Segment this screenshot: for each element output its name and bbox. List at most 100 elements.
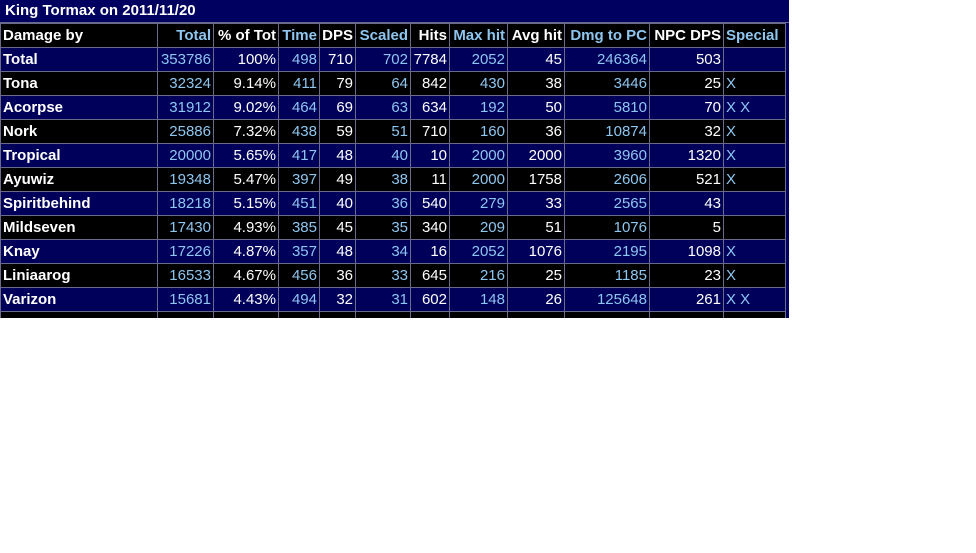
scaled-cell[interactable]: 64 <box>355 71 411 96</box>
time-cell[interactable]: 451 <box>278 191 320 216</box>
total-cell[interactable]: 20000 <box>157 143 214 168</box>
scaled-cell[interactable]: 63 <box>355 95 411 120</box>
col-header-dps: DPS <box>319 23 356 48</box>
special-cell[interactable]: X <box>723 239 786 264</box>
max-hit-cell[interactable]: 2000 <box>449 167 508 192</box>
npc-dps-cell: 23 <box>649 263 724 288</box>
time-cell[interactable]: 456 <box>278 263 320 288</box>
max-hit-cell[interactable]: 279 <box>449 191 508 216</box>
dmg-to-pc-cell[interactable]: 246364 <box>564 47 650 72</box>
hits-cell: 540 <box>410 191 450 216</box>
col-header-max-hit[interactable]: Max hit <box>449 23 508 48</box>
time-cell[interactable]: 385 <box>278 215 320 240</box>
total-cell[interactable]: 32324 <box>157 71 214 96</box>
scaled-cell[interactable]: 36 <box>355 191 411 216</box>
dps-cell: 36 <box>319 263 356 288</box>
dmg-to-pc-cell[interactable]: 3446 <box>564 71 650 96</box>
npc-dps-cell: 1320 <box>649 143 724 168</box>
time-cell[interactable]: 494 <box>278 287 320 312</box>
empty-cell <box>723 311 786 318</box>
total-cell[interactable]: 17226 <box>157 239 214 264</box>
table-row: Nork 25886 7.32% 438 59 51 710 160 36 10874 32 X <box>0 119 786 144</box>
scaled-cell[interactable]: 51 <box>355 119 411 144</box>
player-name: Knay <box>0 239 158 264</box>
table-row: Knay 17226 4.87% 357 48 34 16 2052 1076 2195 1098 X <box>0 239 786 264</box>
max-hit-cell[interactable]: 209 <box>449 215 508 240</box>
total-cell[interactable]: 15681 <box>157 287 214 312</box>
total-cell[interactable]: 353786 <box>157 47 214 72</box>
player-name: Tona <box>0 71 158 96</box>
time-cell[interactable]: 411 <box>278 71 320 96</box>
total-cell[interactable]: 17430 <box>157 215 214 240</box>
dmg-to-pc-cell[interactable]: 2195 <box>564 239 650 264</box>
npc-dps-cell: 25 <box>649 71 724 96</box>
dmg-to-pc-cell[interactable]: 3960 <box>564 143 650 168</box>
special-cell[interactable]: X <box>723 143 786 168</box>
report-title: King Tormax on 2011/11/20 <box>0 0 789 23</box>
hits-cell: 634 <box>410 95 450 120</box>
pct-cell: 100% <box>213 47 279 72</box>
col-header-damage-by: Damage by <box>0 23 158 48</box>
dmg-to-pc-cell[interactable]: 1185 <box>564 263 650 288</box>
hits-cell: 645 <box>410 263 450 288</box>
avg-hit-cell: 1076 <box>507 239 565 264</box>
time-cell[interactable]: 464 <box>278 95 320 120</box>
dmg-to-pc-cell[interactable]: 5810 <box>564 95 650 120</box>
total-cell[interactable]: 16533 <box>157 263 214 288</box>
special-cell[interactable]: X X <box>723 95 786 120</box>
special-cell[interactable]: X <box>723 263 786 288</box>
scaled-cell[interactable]: 31 <box>355 287 411 312</box>
time-cell[interactable]: 417 <box>278 143 320 168</box>
max-hit-cell[interactable]: 430 <box>449 71 508 96</box>
special-cell[interactable]: X <box>723 167 786 192</box>
special-cell[interactable]: X X <box>723 287 786 312</box>
hits-cell: 602 <box>410 287 450 312</box>
col-header-special[interactable]: Special <box>723 23 786 48</box>
max-hit-cell[interactable]: 2052 <box>449 239 508 264</box>
time-cell[interactable]: 397 <box>278 167 320 192</box>
time-cell[interactable]: 357 <box>278 239 320 264</box>
time-cell[interactable]: 498 <box>278 47 320 72</box>
special-cell[interactable]: X <box>723 119 786 144</box>
max-hit-cell[interactable]: 216 <box>449 263 508 288</box>
empty-cell <box>449 311 508 318</box>
hits-cell: 710 <box>410 119 450 144</box>
dmg-to-pc-cell[interactable]: 2606 <box>564 167 650 192</box>
max-hit-cell[interactable]: 192 <box>449 95 508 120</box>
dmg-to-pc-cell[interactable]: 2565 <box>564 191 650 216</box>
max-hit-cell[interactable]: 148 <box>449 287 508 312</box>
empty-cell <box>410 311 450 318</box>
scaled-cell[interactable]: 40 <box>355 143 411 168</box>
total-cell[interactable]: 18218 <box>157 191 214 216</box>
pct-cell: 7.32% <box>213 119 279 144</box>
scaled-cell[interactable]: 33 <box>355 263 411 288</box>
col-header-total[interactable]: Total <box>157 23 214 48</box>
avg-hit-cell: 38 <box>507 71 565 96</box>
max-hit-cell[interactable]: 2000 <box>449 143 508 168</box>
total-cell[interactable]: 19348 <box>157 167 214 192</box>
total-cell[interactable]: 25886 <box>157 119 214 144</box>
max-hit-cell[interactable]: 160 <box>449 119 508 144</box>
table-row: Mildseven 17430 4.93% 385 45 35 340 209 51 1076 5 <box>0 215 786 240</box>
time-cell[interactable]: 438 <box>278 119 320 144</box>
dmg-to-pc-cell[interactable]: 1076 <box>564 215 650 240</box>
scaled-cell[interactable]: 35 <box>355 215 411 240</box>
total-cell[interactable]: 31912 <box>157 95 214 120</box>
col-header-dmg-to-pc[interactable]: Dmg to PC <box>564 23 650 48</box>
dmg-to-pc-cell[interactable]: 125648 <box>564 287 650 312</box>
scaled-cell[interactable]: 702 <box>355 47 411 72</box>
col-header-time[interactable]: Time <box>278 23 320 48</box>
npc-dps-cell: 1098 <box>649 239 724 264</box>
avg-hit-cell: 1758 <box>507 167 565 192</box>
npc-dps-cell: 5 <box>649 215 724 240</box>
col-header-scaled[interactable]: Scaled <box>355 23 411 48</box>
table-row-cutoff <box>0 311 786 318</box>
npc-dps-cell: 32 <box>649 119 724 144</box>
scaled-cell[interactable]: 38 <box>355 167 411 192</box>
hits-cell: 16 <box>410 239 450 264</box>
dmg-to-pc-cell[interactable]: 10874 <box>564 119 650 144</box>
special-cell[interactable]: X <box>723 71 786 96</box>
max-hit-cell[interactable]: 2052 <box>449 47 508 72</box>
scaled-cell[interactable]: 34 <box>355 239 411 264</box>
table-row: Acorpse 31912 9.02% 464 69 63 634 192 50 5810 70 X … <box>0 95 786 120</box>
